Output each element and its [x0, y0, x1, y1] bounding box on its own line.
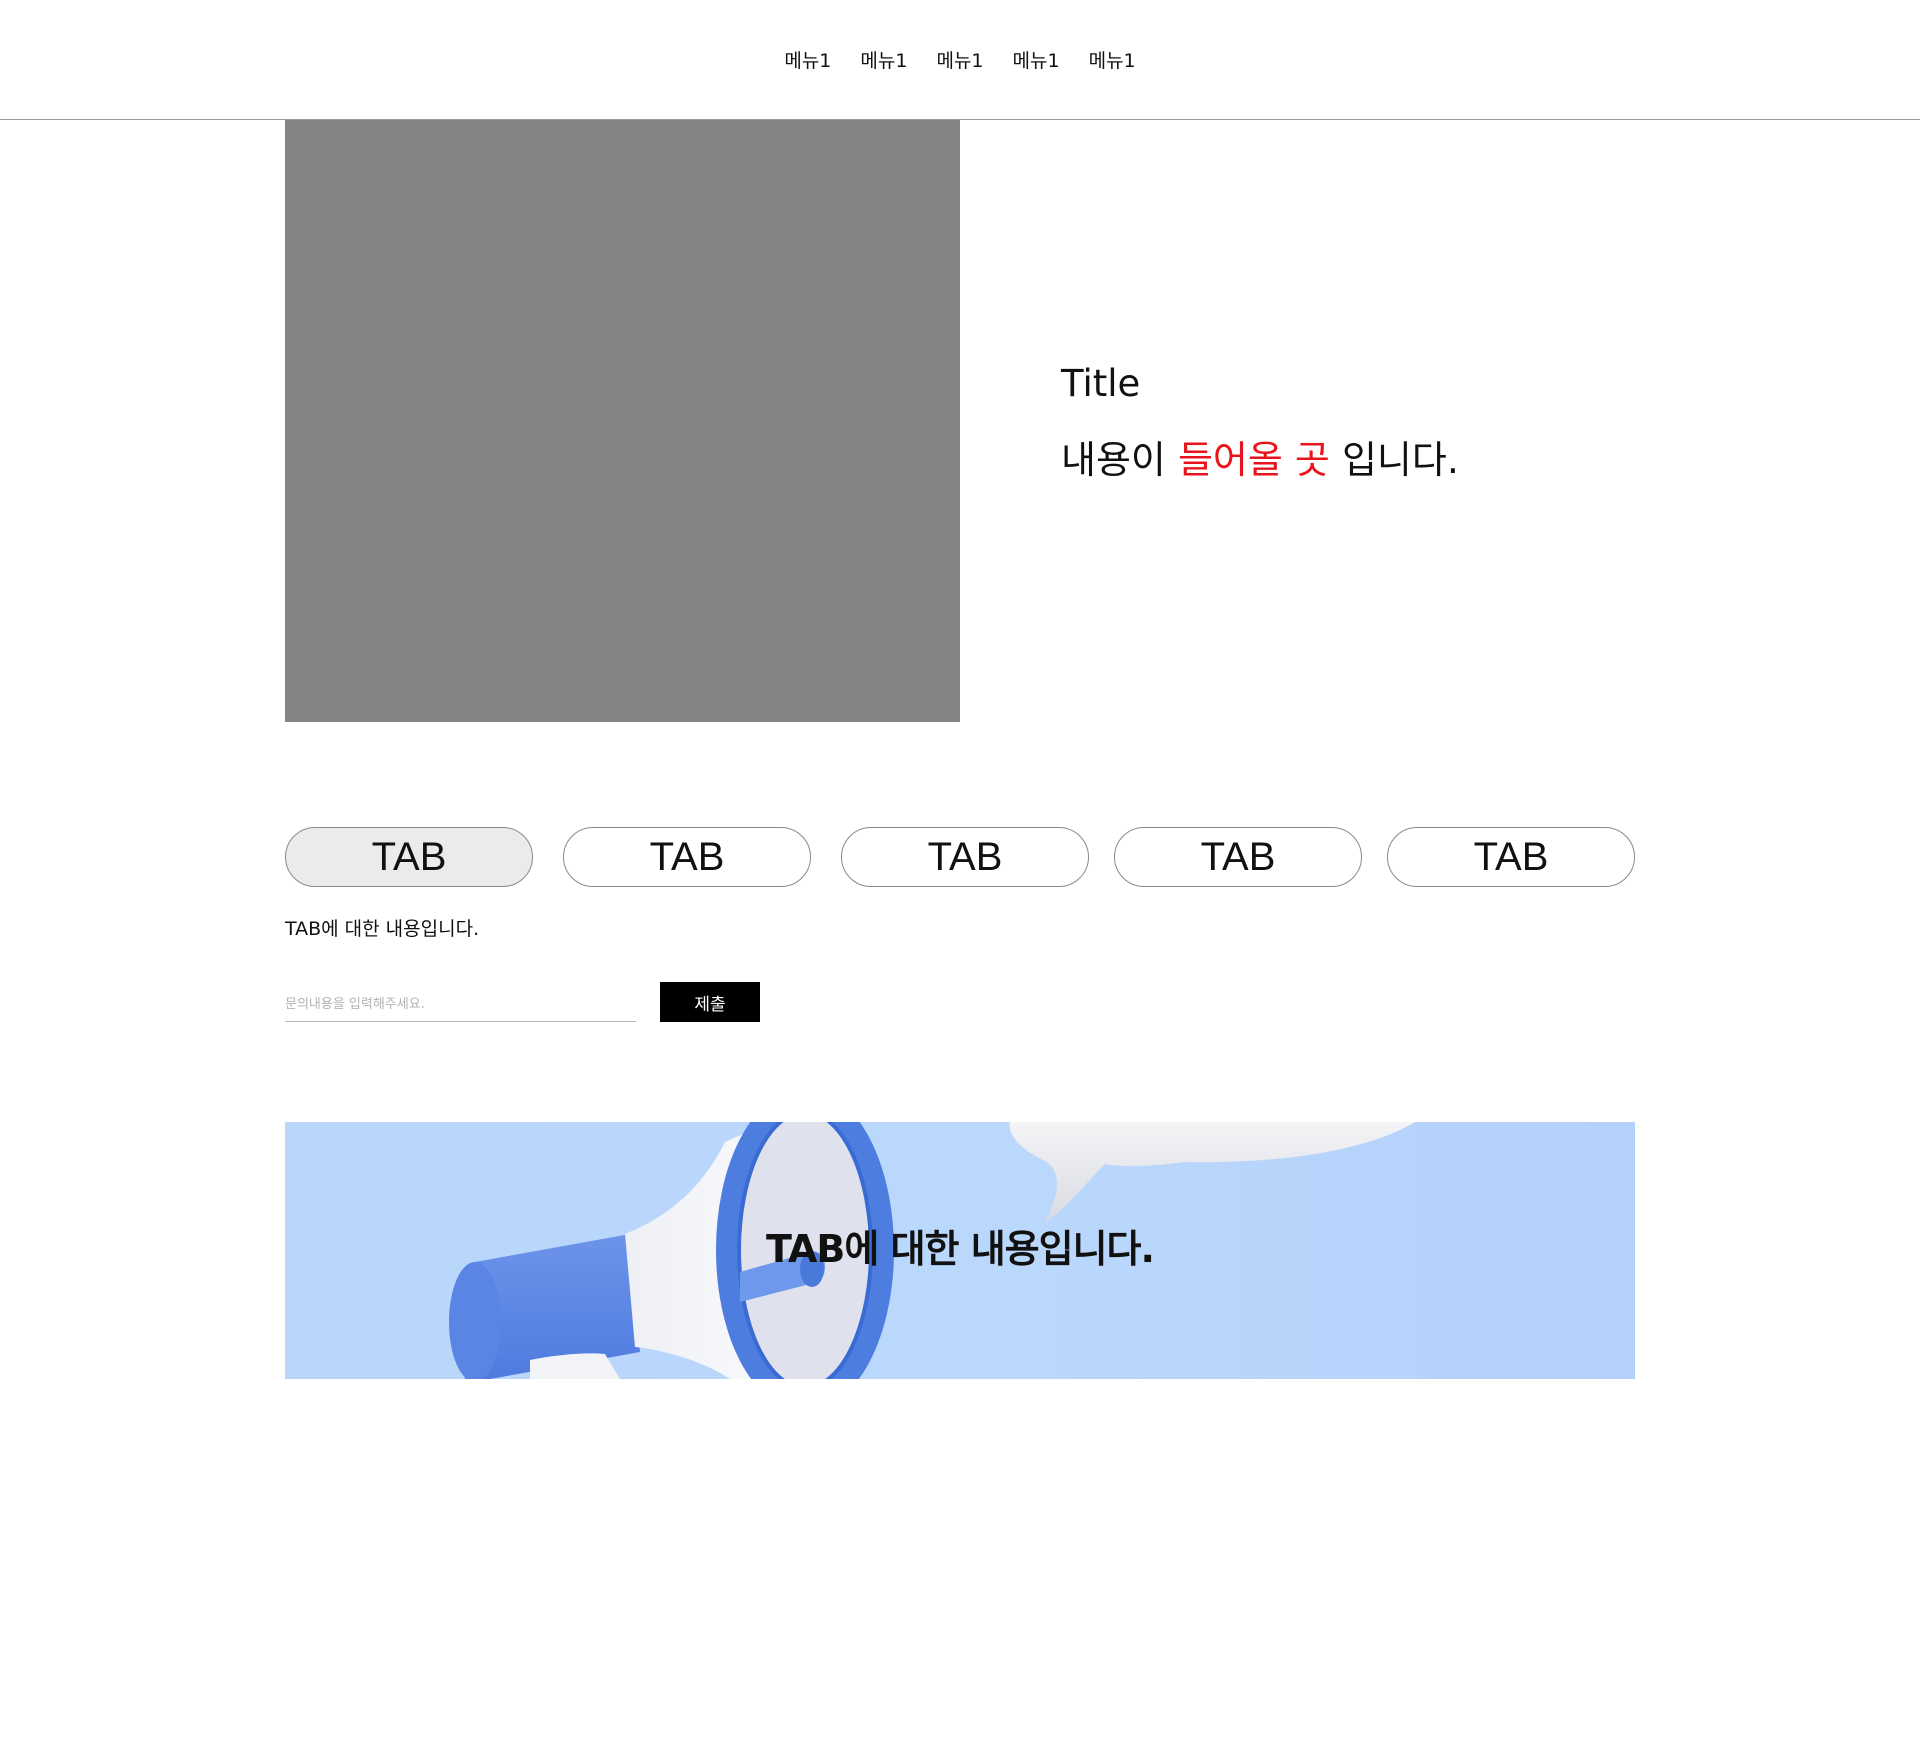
- nav-item-menu1-3[interactable]: 메뉴1: [936, 48, 983, 74]
- hero-text-before: 내용이: [1061, 438, 1178, 482]
- inquiry-input[interactable]: [285, 988, 636, 1022]
- promo-banner: TAB에 대한 내용입니다.: [285, 1122, 1635, 1379]
- nav-item-menu1-2[interactable]: 메뉴1: [860, 48, 907, 74]
- tab-1[interactable]: TAB: [285, 827, 533, 887]
- hero-text: 내용이 들어올 곳 입니다.: [1061, 434, 1459, 486]
- nav-item-menu1-4[interactable]: 메뉴1: [1013, 48, 1060, 74]
- tab-3[interactable]: TAB: [841, 827, 1089, 887]
- site-header: 메뉴1 메뉴1 메뉴1 메뉴1 메뉴1: [0, 0, 1920, 120]
- nav-item-menu1-1[interactable]: 메뉴1: [784, 48, 831, 74]
- tab-5[interactable]: TAB: [1387, 827, 1635, 887]
- hero-text-highlight: 들어올 곳: [1177, 438, 1330, 482]
- tab-2[interactable]: TAB: [563, 827, 811, 887]
- main-nav: 메뉴1 메뉴1 메뉴1 메뉴1 메뉴1: [0, 48, 1920, 74]
- hero-title: Title: [1061, 362, 1141, 405]
- nav-item-menu1-5[interactable]: 메뉴1: [1089, 48, 1136, 74]
- tab-content: TAB에 대한 내용입니다.: [285, 918, 480, 940]
- hero-image-placeholder: [285, 120, 960, 722]
- hero-text-after: 입니다.: [1329, 438, 1459, 482]
- banner-text: TAB에 대한 내용입니다.: [766, 1227, 1155, 1271]
- submit-button[interactable]: 제출: [660, 982, 760, 1022]
- tab-4[interactable]: TAB: [1114, 827, 1362, 887]
